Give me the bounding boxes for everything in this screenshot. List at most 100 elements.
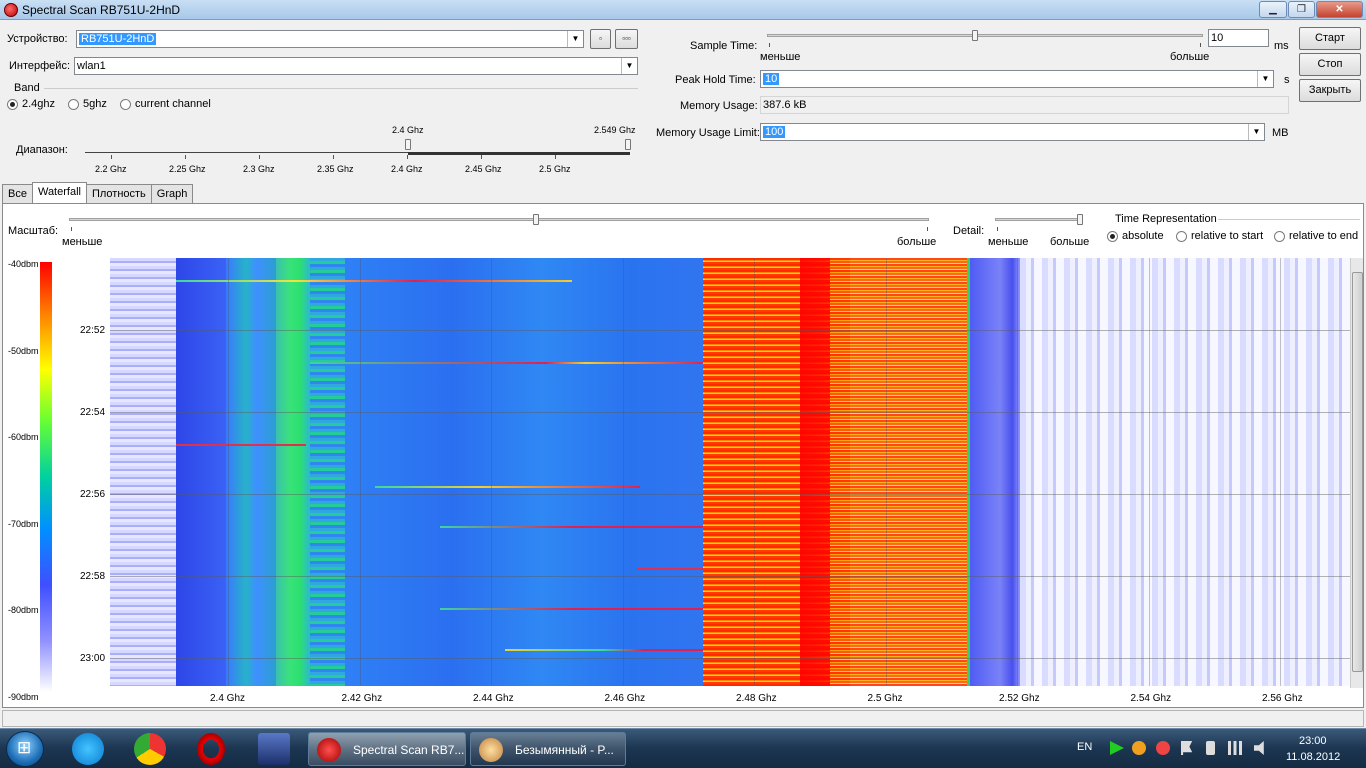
range-selected [408, 152, 630, 155]
range-tick-label: 2.35 Ghz [317, 164, 354, 174]
maximize-button[interactable]: ❐ [1288, 1, 1315, 18]
scrollbar-thumb[interactable] [1352, 272, 1363, 672]
range-from-thumb[interactable] [405, 139, 411, 150]
time-relative-start-radio[interactable]: relative to start [1176, 230, 1263, 242]
language-indicator[interactable]: EN [1077, 741, 1092, 753]
star-icon[interactable] [1132, 741, 1146, 755]
grid-vline [491, 258, 492, 686]
band-divider [44, 88, 638, 89]
memory-usage-label: Memory Usage: [680, 100, 758, 112]
band-hot-b [830, 258, 967, 686]
radio-dot [120, 98, 131, 110]
grid-vline [1017, 258, 1018, 686]
band-5ghz-radio[interactable]: 5ghz [68, 98, 107, 110]
tab-all[interactable]: Все [2, 184, 33, 203]
legend-dbm-label: -80dbm [8, 605, 39, 615]
volume-icon[interactable] [1254, 741, 1264, 755]
band-high-noise [1020, 258, 1350, 686]
legend-dbm-label: -50dbm [8, 345, 39, 356]
band-current-channel-radio[interactable]: current channel [120, 98, 211, 110]
chrome-icon[interactable] [134, 733, 166, 765]
peak-streak [440, 526, 703, 528]
tab-density[interactable]: Плотность [85, 184, 152, 203]
radio-label: relative to end [1289, 230, 1359, 242]
opera-icon[interactable] [197, 733, 225, 765]
radio-dot [68, 98, 79, 110]
close-window-button[interactable]: ✕ [1316, 1, 1363, 18]
close-button[interactable]: Закрыть [1299, 79, 1361, 102]
interface-label: Интерфейс: [9, 60, 70, 72]
band-low-noise [110, 258, 176, 686]
task-paint[interactable]: Безымянный - P... [470, 732, 626, 766]
freq-tick-label: 2.42 Ghz [341, 693, 383, 704]
tab-waterfall[interactable]: Waterfall [31, 182, 87, 203]
time-relative-end-radio[interactable]: relative to end [1274, 230, 1358, 242]
alert-icon[interactable] [1156, 741, 1170, 755]
range-from-label: 2.4 Ghz [392, 125, 424, 135]
save-disk-icon[interactable] [258, 733, 290, 765]
band-2-4ghz-radio[interactable]: 2.4ghz [7, 98, 55, 110]
skype-icon[interactable] [72, 733, 104, 765]
sample-time-input[interactable]: 10 [1208, 29, 1269, 47]
time-absolute-radio[interactable]: absolute [1107, 230, 1164, 242]
peak-hold-unit: s [1284, 74, 1290, 86]
interface-select[interactable]: wlan1 ▼ [74, 57, 638, 75]
memory-limit-select[interactable]: 100 ▼ [760, 123, 1265, 141]
tab-graph[interactable]: Graph [150, 184, 194, 203]
window-titlebar[interactable]: Spectral Scan RB751U-2HnD ▁ ❐ ✕ [0, 0, 1366, 20]
clock-date[interactable]: 11.08.2012 [1286, 751, 1340, 763]
scale-slider[interactable] [69, 218, 929, 221]
peak-hold-select[interactable]: 10 ▼ [760, 70, 1274, 88]
network-icon[interactable] [1228, 741, 1242, 755]
band-blue-main [345, 258, 703, 686]
sample-time-label: Sample Time: [690, 40, 758, 52]
range-to-label: 2.549 Ghz [594, 125, 636, 135]
minimize-button[interactable]: ▁ [1259, 1, 1287, 18]
taskbar: Spectral Scan RB7... Безымянный - P... E… [0, 728, 1366, 768]
device-option-button[interactable]: ▫ [590, 29, 611, 49]
chevron-down-icon: ▼ [567, 31, 583, 47]
clock-time[interactable]: 23:00 [1299, 735, 1327, 747]
freq-tick-label: 2.5 Ghz [867, 693, 903, 704]
play-icon[interactable] [1110, 741, 1124, 755]
detail-slider[interactable] [995, 218, 1082, 221]
start-button[interactable] [6, 731, 44, 767]
interface-value: wlan1 [77, 60, 106, 72]
device-browse-button[interactable]: ▫▫▫ [615, 29, 638, 49]
battery-icon[interactable] [1206, 741, 1215, 755]
scale-thumb[interactable] [533, 214, 539, 225]
detail-more: больше [1050, 236, 1090, 248]
freq-tick-label: 2.56 Ghz [1262, 693, 1303, 704]
range-tick-label: 2.45 Ghz [465, 164, 502, 174]
radio-label: 5ghz [83, 98, 107, 110]
tab-bar: Все Waterfall Плотность Graph [2, 182, 194, 204]
legend-dbm-label: -40dbm [8, 259, 39, 269]
grid-hline [110, 412, 1350, 413]
detail-label: Detail: [953, 225, 985, 237]
paint-icon [479, 738, 503, 762]
sample-time-slider[interactable] [767, 34, 1203, 37]
range-to-thumb[interactable] [625, 139, 631, 150]
radio-dot [1107, 230, 1118, 242]
peak-streak [505, 649, 703, 651]
grid-vline [754, 258, 755, 686]
task-spectral-scan[interactable]: Spectral Scan RB7... [308, 732, 466, 766]
tick [769, 43, 770, 47]
start-button[interactable]: Старт [1299, 27, 1361, 50]
band-green [276, 258, 310, 686]
range-tick-label: 2.4 Ghz [391, 164, 423, 174]
range-tick-label: 2.25 Ghz [169, 164, 206, 174]
radio-dot [1274, 230, 1285, 242]
chevron-down-icon: ▼ [621, 58, 637, 74]
waterfall-plot[interactable] [110, 258, 1350, 686]
grid-hline [110, 576, 1350, 577]
stop-button[interactable]: Стоп [1299, 53, 1361, 76]
detail-thumb[interactable] [1077, 214, 1083, 225]
freq-tick-label: 2.46 Ghz [604, 693, 646, 704]
waterfall-scrollbar[interactable] [1350, 258, 1363, 688]
tick [111, 155, 112, 159]
device-select[interactable]: RB751U-2HnD ▼ [76, 30, 584, 48]
sample-time-thumb[interactable] [972, 30, 978, 41]
flag-icon[interactable] [1181, 741, 1193, 755]
legend-dbm-label: -70dbm [8, 518, 39, 529]
